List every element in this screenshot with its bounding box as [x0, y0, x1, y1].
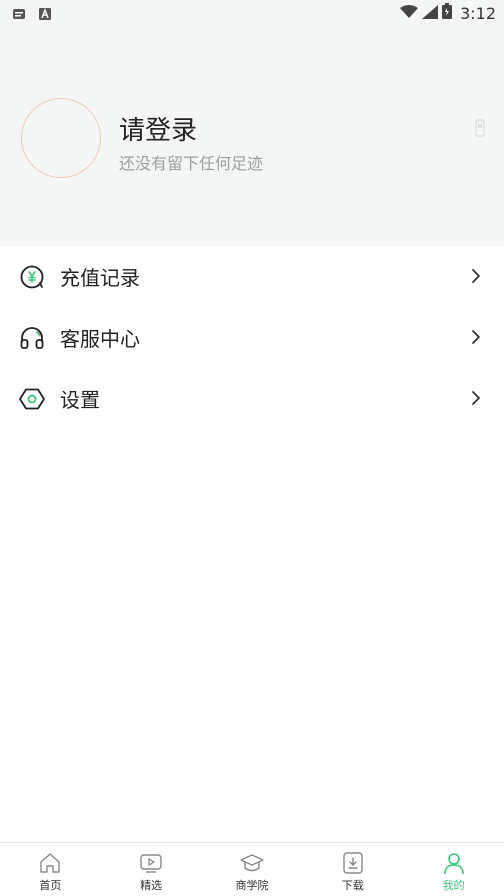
login-title[interactable]: 请登录 [119, 110, 197, 147]
video-icon [139, 851, 163, 875]
a-icon [38, 6, 52, 20]
status-left [12, 6, 52, 20]
menu-item-recharge-record[interactable]: 充值记录 [0, 246, 504, 307]
wifi-icon [400, 4, 419, 23]
notification-icon [12, 6, 26, 20]
signal-icon [422, 4, 439, 23]
chevron-right-icon [470, 267, 482, 285]
tab-featured[interactable]: 精选 [101, 843, 202, 896]
home-icon [38, 851, 62, 875]
menu-label: 充值记录 [60, 266, 140, 290]
tab-label: 精选 [140, 879, 163, 892]
tab-mine[interactable]: 我的 [403, 843, 504, 896]
download-icon [341, 851, 365, 875]
menu-item-settings[interactable]: 设置 [0, 368, 504, 429]
menu-list: 充值记录 客服中心 设置 [0, 246, 504, 429]
recharge-icon [19, 264, 45, 290]
battery-icon [442, 3, 453, 23]
tab-home[interactable]: 首页 [0, 843, 101, 896]
graduation-cap-icon [240, 851, 264, 875]
tab-label: 商学院 [235, 879, 269, 892]
headset-icon [19, 325, 45, 351]
user-icon [442, 851, 466, 875]
chevron-right-icon [470, 389, 482, 407]
menu-item-customer-service[interactable]: 客服中心 [0, 307, 504, 368]
tab-label: 我的 [442, 879, 465, 892]
status-right: 3:12 [400, 3, 496, 23]
status-bar: 3:12 [0, 0, 504, 26]
tab-business-school[interactable]: 商学院 [202, 843, 303, 896]
menu-label: 设置 [60, 388, 100, 412]
tab-label: 下载 [341, 879, 364, 892]
tab-download[interactable]: 下载 [302, 843, 403, 896]
bottom-tab-bar: 首页 精选 商学院 下载 我的 [0, 842, 504, 896]
login-subtitle: 还没有留下任何足迹 [119, 154, 264, 173]
edit-icon[interactable] [474, 118, 486, 138]
tab-label: 首页 [39, 879, 62, 892]
settings-icon [19, 386, 45, 412]
status-time: 3:12 [460, 3, 496, 23]
avatar[interactable] [21, 98, 101, 178]
menu-label: 客服中心 [60, 327, 140, 351]
chevron-right-icon [470, 328, 482, 346]
profile-header: 请登录 还没有留下任何足迹 [0, 26, 504, 246]
